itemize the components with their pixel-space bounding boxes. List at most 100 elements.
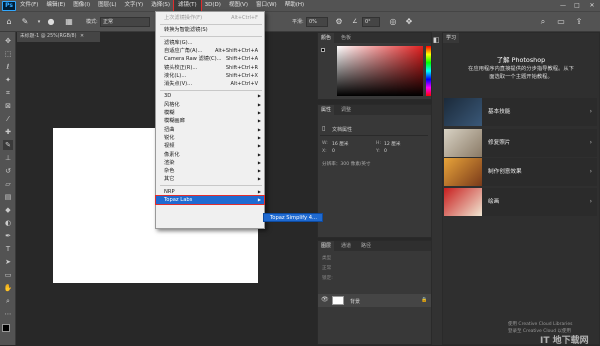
search-icon[interactable]: ⌕ bbox=[538, 17, 548, 27]
stamp-tool-icon[interactable]: ⊥ bbox=[3, 153, 13, 163]
foreground-color-chip[interactable] bbox=[321, 48, 325, 52]
tab-adjustments[interactable]: 调整 bbox=[338, 105, 354, 115]
filter-menu-item[interactable]: Camera Raw 滤镜(C)... Shift+Ctrl+A bbox=[156, 55, 264, 63]
workspace-icon[interactable]: ▭ bbox=[556, 17, 566, 27]
y-value[interactable]: 0 bbox=[384, 149, 387, 154]
menu-layer[interactable]: 图层(L) bbox=[94, 0, 120, 11]
smoothing-input[interactable]: 0% bbox=[306, 17, 328, 27]
menu-image[interactable]: 图像(I) bbox=[69, 0, 94, 11]
minimize-button[interactable]: — bbox=[556, 0, 570, 11]
lasso-tool-icon[interactable]: ℓ bbox=[3, 62, 13, 72]
filter-menu-item[interactable]: 滤镜库(G)... bbox=[156, 39, 264, 47]
brush-settings-icon[interactable]: ▦ bbox=[64, 17, 74, 27]
filter-menu-item[interactable]: Topaz Labs ▶ bbox=[155, 194, 265, 206]
menu-type[interactable]: 文字(Y) bbox=[121, 0, 148, 11]
shape-tool-icon[interactable]: ▭ bbox=[3, 270, 13, 280]
document-tab[interactable]: 未标题-1 @ 25%(RGB/8) ✕ bbox=[17, 32, 100, 42]
blur-tool-icon[interactable]: ◆ bbox=[3, 205, 13, 215]
filter-menu-item[interactable]: 3D ▶ bbox=[156, 92, 264, 100]
crop-tool-icon[interactable]: ⌗ bbox=[3, 88, 13, 98]
eraser-tool-icon[interactable]: ▱ bbox=[3, 179, 13, 189]
tab-paths[interactable]: 路径 bbox=[358, 241, 374, 251]
home-icon[interactable]: ⌂ bbox=[4, 17, 14, 27]
tab-color[interactable]: 颜色 bbox=[318, 33, 335, 43]
filter-menu-item[interactable]: 锐化 ▶ bbox=[156, 134, 264, 142]
eyedropper-tool-icon[interactable]: ⁄ bbox=[3, 114, 13, 124]
menu-file[interactable]: 文件(F) bbox=[16, 0, 42, 11]
filter-menu-item[interactable]: 其它 ▶ bbox=[156, 175, 264, 183]
brush-preset-icon[interactable]: ● bbox=[46, 17, 56, 27]
filter-menu-item[interactable]: NRP ▶ bbox=[156, 188, 264, 196]
learn-card-painting[interactable]: 绘画 › bbox=[444, 188, 597, 216]
angle-input[interactable]: 0° bbox=[362, 17, 380, 27]
quick-select-tool-icon[interactable]: ✦ bbox=[3, 75, 13, 85]
zoom-tool-icon[interactable]: ⌕ bbox=[3, 296, 13, 306]
submenu-topaz-simplify[interactable]: Topaz Simplify 4... bbox=[263, 213, 323, 222]
menu-3d[interactable]: 3D(D) bbox=[201, 0, 225, 11]
marquee-tool-icon[interactable]: ⬚ bbox=[3, 49, 13, 59]
move-tool-icon[interactable]: ✥ bbox=[3, 36, 13, 46]
learn-card-fix-photos[interactable]: 修复照片 › bbox=[444, 129, 597, 157]
menu-help[interactable]: 帮助(H) bbox=[281, 0, 308, 11]
tab-learn[interactable]: 学习 bbox=[443, 33, 460, 43]
pen-tool-icon[interactable]: ✒ bbox=[3, 231, 13, 241]
more-tools-icon[interactable]: ⋯ bbox=[3, 309, 13, 319]
filter-menu-item[interactable]: 渲染 ▶ bbox=[156, 159, 264, 167]
tab-layers[interactable]: 图层 bbox=[318, 241, 335, 251]
filter-menu-item[interactable]: 风格化 ▶ bbox=[156, 101, 264, 109]
filter-menu-item[interactable]: 扭曲 ▶ bbox=[156, 126, 264, 134]
tab-channels[interactable]: 通道 bbox=[338, 241, 354, 251]
x-value[interactable]: 0 bbox=[332, 149, 335, 154]
healing-tool-icon[interactable]: ✚ bbox=[3, 127, 13, 137]
maximize-button[interactable]: □ bbox=[570, 0, 584, 11]
path-select-tool-icon[interactable]: ➤ bbox=[3, 257, 13, 267]
learn-card-basics[interactable]: 基本技能 › bbox=[444, 98, 597, 126]
chevron-down-icon[interactable]: ▾ bbox=[34, 17, 44, 27]
close-tab-icon[interactable]: ✕ bbox=[80, 34, 84, 39]
filter-menu-item[interactable]: 像素化 ▶ bbox=[156, 151, 264, 159]
share-icon[interactable]: ⇪ bbox=[574, 17, 584, 27]
dodge-tool-icon[interactable]: ◐ bbox=[3, 218, 13, 228]
pressure-icon[interactable]: ◎ bbox=[388, 17, 398, 27]
tab-swatches[interactable]: 色板 bbox=[338, 33, 354, 43]
height-value[interactable]: 12 厘米 bbox=[384, 141, 401, 147]
filter-menu-item[interactable]: 杂色 ▶ bbox=[156, 167, 264, 175]
brush-tool-icon[interactable]: ✎ bbox=[3, 140, 13, 150]
layer-kind-filter[interactable]: 类型 bbox=[322, 255, 331, 261]
width-value[interactable]: 16 厘米 bbox=[332, 141, 349, 147]
menu-edit[interactable]: 编辑(E) bbox=[42, 0, 69, 11]
layer-row[interactable]: 👁 背景 🔒 bbox=[318, 294, 431, 307]
filter-menu-item[interactable]: 模糊 ▶ bbox=[156, 109, 264, 117]
color-field[interactable] bbox=[337, 46, 423, 96]
menu-window[interactable]: 窗口(W) bbox=[252, 0, 281, 11]
history-icon[interactable]: ◧ bbox=[433, 36, 440, 44]
filter-menu-item[interactable]: 上次滤镜操作(F) Alt+Ctrl+F bbox=[156, 14, 264, 22]
filter-menu-item[interactable]: 镜头校正(R)... Shift+Ctrl+R bbox=[156, 64, 264, 72]
foreground-color-swatch[interactable] bbox=[2, 324, 10, 332]
filter-menu-item[interactable]: 液化(L)... Shift+Ctrl+X bbox=[156, 72, 264, 80]
tab-properties[interactable]: 属性 bbox=[318, 105, 335, 115]
gear-icon[interactable]: ⚙ bbox=[334, 17, 344, 27]
filter-menu-item[interactable]: 模糊画廊 ▶ bbox=[156, 117, 264, 125]
close-window-button[interactable]: ✕ bbox=[585, 0, 599, 11]
mode-select[interactable]: 正常 bbox=[100, 17, 150, 27]
symmetry-icon[interactable]: ✥ bbox=[404, 17, 414, 27]
filter-menu-item[interactable]: 转换为智能滤镜(S) bbox=[156, 26, 264, 34]
blend-mode-select[interactable]: 正常 bbox=[322, 265, 331, 271]
gradient-tool-icon[interactable]: ▤ bbox=[3, 192, 13, 202]
filter-menu-item[interactable]: 视频 ▶ bbox=[156, 142, 264, 150]
menu-select[interactable]: 选择(S) bbox=[147, 0, 174, 11]
menu-filter[interactable]: 滤镜(T) bbox=[172, 0, 202, 12]
eye-icon[interactable]: 👁 bbox=[321, 296, 329, 303]
angle-icon[interactable]: ∠ bbox=[350, 17, 360, 27]
history-brush-tool-icon[interactable]: ↺ bbox=[3, 166, 13, 176]
type-tool-icon[interactable]: T bbox=[3, 244, 13, 254]
menu-view[interactable]: 视图(V) bbox=[225, 0, 252, 11]
hue-slider[interactable] bbox=[426, 46, 431, 96]
filter-menu-item[interactable]: 消失点(V)... Alt+Ctrl+V bbox=[156, 80, 264, 88]
frame-tool-icon[interactable]: ⊠ bbox=[3, 101, 13, 111]
filter-menu-item[interactable]: 自适应广角(A)... Alt+Shift+Ctrl+A bbox=[156, 47, 264, 55]
hand-tool-icon[interactable]: ✋ bbox=[3, 283, 13, 293]
learn-card-creative-effects[interactable]: 制作创意效果 › bbox=[444, 158, 597, 186]
brush-tool-icon[interactable]: ✎ bbox=[20, 17, 30, 27]
